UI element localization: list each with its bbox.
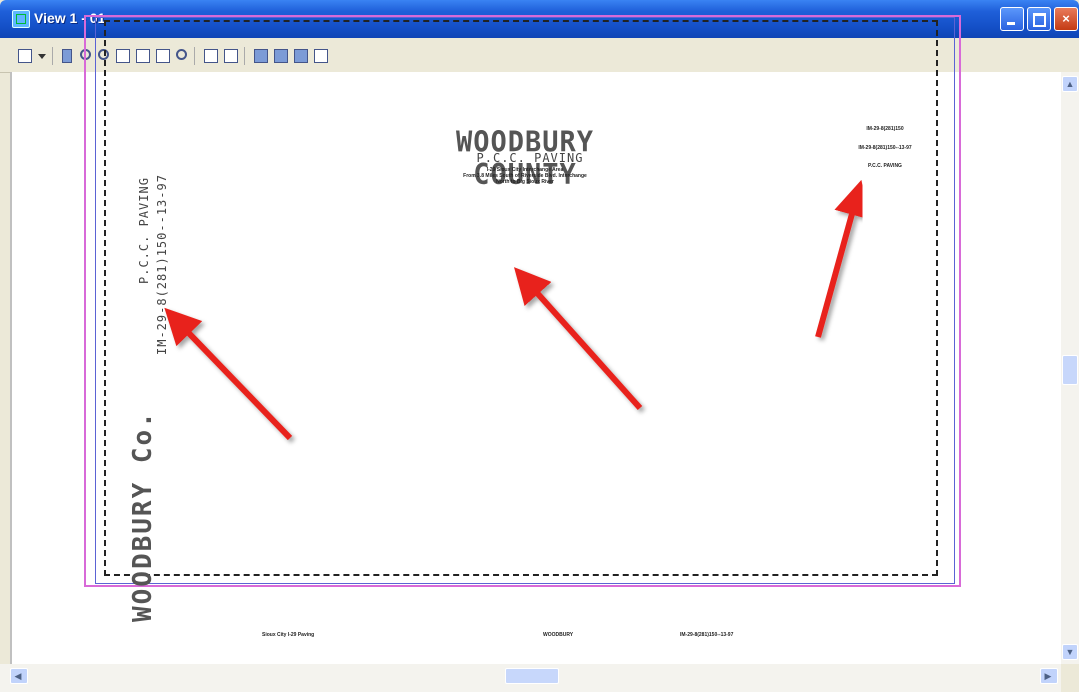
scrollbar-corner	[1061, 664, 1079, 692]
vertical-paving-text: P.C.C. PAVING	[137, 177, 151, 284]
view-window-icon	[12, 10, 30, 28]
horizontal-scroll-thumb[interactable]	[505, 668, 559, 684]
vertical-project-number: IM-29-8(281)150--13-97	[155, 174, 169, 355]
drawing-subtitle: P.C.C. PAVING	[476, 151, 584, 165]
description-line: North to Big Sioux River	[496, 179, 554, 185]
scroll-left-button[interactable]: ◀	[10, 668, 28, 684]
chevron-up-icon: ▲	[1065, 79, 1075, 89]
bottom-center-text: WOODBURY	[543, 632, 574, 638]
vertical-scroll-thumb[interactable]	[1062, 355, 1078, 385]
minimize-button[interactable]	[1000, 7, 1024, 31]
chevron-down-icon: ▼	[1065, 647, 1075, 657]
scroll-right-button[interactable]: ▶	[1040, 668, 1058, 684]
dropdown-arrow-icon[interactable]	[38, 54, 46, 59]
top-right-text: IM-29-8(281)150--13-97	[858, 145, 912, 151]
vertical-county-name: WOODBURY Co.	[128, 410, 158, 622]
maximize-button[interactable]	[1027, 7, 1051, 31]
chevron-right-icon: ▶	[1044, 671, 1052, 681]
bottom-left-text: Sioux City I-29 Paving	[262, 632, 315, 638]
view-control-icon[interactable]	[18, 49, 32, 63]
scroll-up-button[interactable]: ▲	[1062, 76, 1078, 92]
vertical-scrollbar[interactable]: ▲ ▼	[1061, 72, 1079, 664]
toolbar-separator	[52, 47, 53, 65]
close-icon: ×	[1062, 11, 1070, 26]
horizontal-scrollbar[interactable]: ◀ ▶	[0, 664, 1061, 692]
top-right-text: P.C.C. PAVING	[868, 163, 902, 169]
restore-icon	[1028, 8, 1050, 30]
close-button[interactable]: ×	[1054, 7, 1078, 31]
minimize-icon	[1001, 8, 1023, 30]
pan-icon[interactable]	[62, 49, 72, 63]
scroll-down-button[interactable]: ▼	[1062, 644, 1078, 660]
sheet-dashed-border	[104, 20, 938, 576]
chevron-left-icon: ◀	[14, 671, 22, 681]
top-right-text: IM-29-8(281)150	[866, 126, 904, 132]
bottom-right-text: IM-29-8(281)150--13-97	[680, 632, 734, 638]
